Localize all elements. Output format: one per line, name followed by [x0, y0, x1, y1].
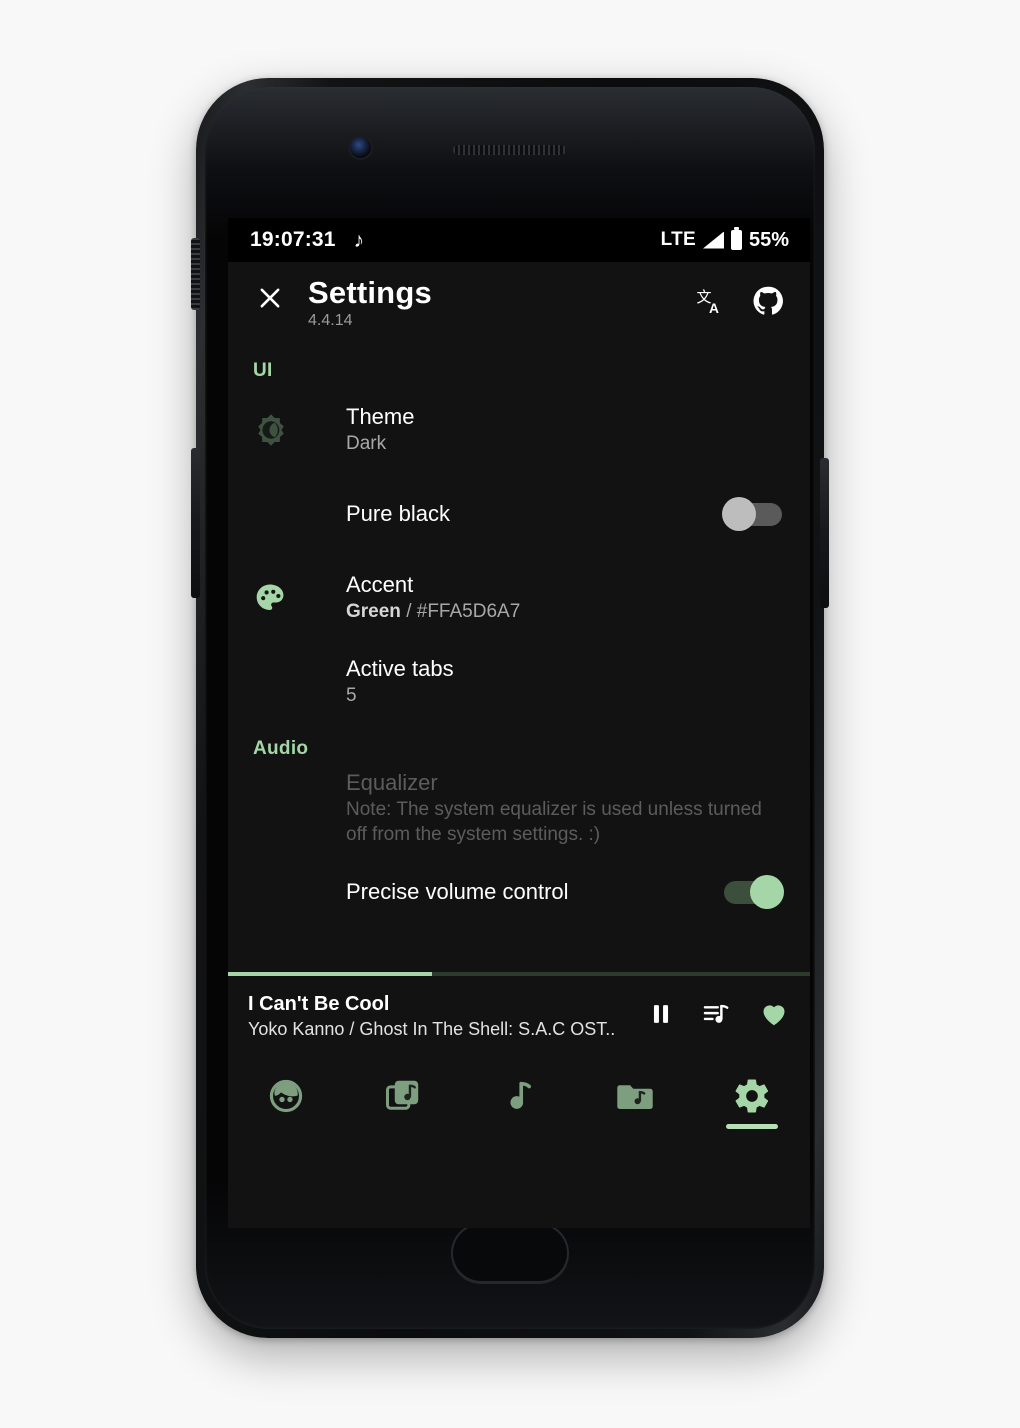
- close-icon: [260, 288, 280, 308]
- pref-row-accent[interactable]: Accent Green / #FFA5D6A7: [228, 556, 810, 640]
- pause-button[interactable]: [648, 1000, 674, 1028]
- brightness-theme-icon: [258, 414, 284, 446]
- queue-button[interactable]: [700, 1000, 732, 1028]
- pref-row-active-tabs[interactable]: Active tabs 5: [228, 640, 810, 724]
- accent-color-hex: / #FFA5D6A7: [400, 601, 521, 623]
- artists-face-icon: [270, 1079, 303, 1113]
- status-bar-right: LTE 55%: [660, 227, 789, 252]
- queue-music-icon: [703, 1004, 729, 1023]
- app-version-label: 4.4.14: [308, 311, 353, 329]
- pref-title-precise-volume: Precise volume control: [346, 879, 569, 905]
- pref-text-precise-volume: Precise volume control: [299, 878, 722, 906]
- pref-title-pure-black: Pure black: [346, 501, 450, 527]
- battery-percent-label: 55%: [748, 228, 789, 251]
- pref-summary-accent: Green / #FFA5D6A7: [346, 600, 784, 625]
- folders-music-icon: [617, 1085, 654, 1109]
- phone-screen: 19:07:31 ♪ LTE 55% Settings 4.4.14 文 A U…: [228, 218, 810, 1228]
- app-bar: Settings 4.4.14 文 A: [228, 262, 810, 338]
- nav-item-settings[interactable]: [694, 1056, 810, 1136]
- app-bar-titles: Settings 4.4.14: [308, 276, 688, 330]
- settings-list[interactable]: UI Theme Dark Pure black Accent Green / …: [228, 338, 810, 972]
- screen-glass-sheen: [205, 87, 815, 237]
- pref-text-theme: Theme Dark: [299, 403, 784, 457]
- pref-summary-active-tabs: 5: [346, 685, 357, 707]
- translate-icon: 文 A: [697, 288, 720, 316]
- pref-icon-theme: [253, 412, 299, 448]
- pref-icon-accent: [253, 581, 299, 615]
- pref-row-theme[interactable]: Theme Dark: [228, 388, 810, 472]
- page-title: Settings: [308, 275, 432, 310]
- accent-color-name: Green: [346, 601, 401, 623]
- status-bar-left: 19:07:31 ♪: [250, 228, 364, 252]
- bottom-navigation-bar[interactable]: [228, 1056, 810, 1136]
- pref-summary-theme: Dark: [346, 433, 387, 455]
- pref-summary-equalizer: Note: The system equalizer is used unles…: [346, 799, 762, 845]
- alert-slider-button[interactable]: [191, 238, 200, 310]
- screenshot-stage: 19:07:31 ♪ LTE 55% Settings 4.4.14 文 A U…: [0, 0, 1020, 1428]
- phone-front-face: 19:07:31 ♪ LTE 55% Settings 4.4.14 文 A U…: [205, 87, 815, 1329]
- settings-gear-icon: [735, 1079, 768, 1113]
- now-playing-title: I Can't Be Cool: [248, 992, 390, 1015]
- section-header-audio: Audio: [253, 738, 309, 759]
- pref-row-equalizer: Equalizer Note: The system equalizer is …: [228, 766, 810, 850]
- github-icon: [753, 286, 783, 315]
- nav-item-albums[interactable]: [344, 1056, 460, 1136]
- pref-row-precise-volume[interactable]: Precise volume control: [228, 850, 810, 934]
- pause-icon: [653, 1005, 669, 1023]
- pref-text-active-tabs: Active tabs 5: [299, 655, 784, 709]
- pref-text-equalizer: Equalizer Note: The system equalizer is …: [299, 769, 784, 848]
- svg-text:A: A: [709, 301, 719, 316]
- pref-row-pure-black[interactable]: Pure black: [228, 472, 810, 556]
- battery-icon: [730, 227, 742, 250]
- pref-text-accent: Accent Green / #FFA5D6A7: [299, 571, 784, 625]
- phone-device: 19:07:31 ♪ LTE 55% Settings 4.4.14 文 A U…: [191, 78, 829, 1338]
- palette-icon: [256, 584, 284, 611]
- nav-item-folders[interactable]: [577, 1056, 693, 1136]
- pref-title-accent: Accent: [346, 571, 414, 597]
- now-playing-actions: [636, 999, 790, 1029]
- pref-text-pure-black: Pure black: [299, 500, 722, 528]
- toggle-thumb: [722, 497, 756, 531]
- songs-note-icon: [510, 1081, 531, 1109]
- volume-rocker-button[interactable]: [191, 448, 200, 598]
- translate-button[interactable]: 文 A: [688, 279, 732, 323]
- playback-progress-track[interactable]: [228, 972, 810, 976]
- playback-progress-fill: [228, 972, 432, 976]
- earpiece-speaker: [453, 145, 566, 155]
- status-bar: 19:07:31 ♪ LTE 55%: [228, 218, 810, 262]
- heart-filled-icon: [763, 1005, 785, 1026]
- nav-item-songs[interactable]: [461, 1056, 577, 1136]
- close-button[interactable]: [248, 276, 292, 320]
- network-type-label: LTE: [660, 229, 696, 250]
- status-clock: 19:07:31: [250, 228, 336, 251]
- music-note-icon: ♪: [353, 228, 365, 252]
- toggle-thumb: [750, 875, 784, 909]
- pref-title-equalizer: Equalizer: [346, 769, 438, 795]
- github-button[interactable]: [746, 279, 790, 323]
- now-playing-artist-album: Yoko Kanno / Ghost In The Shell: S.A.C O…: [248, 1018, 616, 1039]
- now-playing-meta: I Can't Be Cool Yoko Kanno / Ghost In Th…: [248, 988, 636, 1041]
- favorite-button[interactable]: [758, 999, 790, 1029]
- app-bar-actions: 文 A: [688, 276, 790, 323]
- pref-title-active-tabs: Active tabs: [346, 655, 454, 681]
- pref-title-theme: Theme: [346, 403, 415, 429]
- now-playing-bar[interactable]: I Can't Be Cool Yoko Kanno / Ghost In Th…: [228, 972, 810, 1056]
- power-button[interactable]: [820, 458, 829, 608]
- section-header-ui: UI: [253, 360, 273, 381]
- home-button[interactable]: [451, 1223, 569, 1283]
- nav-item-artists[interactable]: [228, 1056, 344, 1136]
- albums-stack-icon: [385, 1080, 418, 1110]
- nav-active-indicator: [725, 1124, 778, 1129]
- front-camera: [350, 137, 371, 158]
- pure-black-toggle[interactable]: [722, 497, 784, 531]
- signal-bars-icon: [702, 231, 724, 249]
- precise-volume-toggle[interactable]: [722, 875, 784, 909]
